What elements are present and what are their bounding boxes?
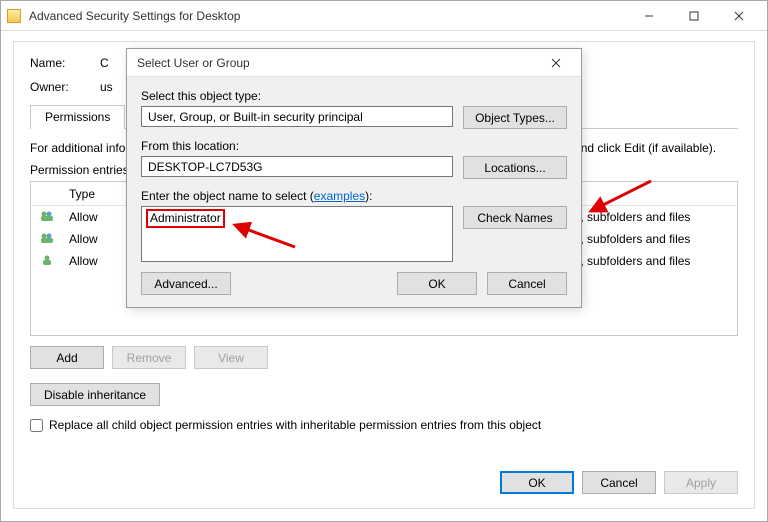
- name-label: Name:: [30, 56, 100, 70]
- ok-button[interactable]: OK: [500, 471, 574, 494]
- replace-checkbox[interactable]: [30, 419, 43, 432]
- owner-label: Owner:: [30, 80, 100, 94]
- dialog-title: Select User or Group: [137, 56, 541, 70]
- object-type-label: Select this object type:: [141, 89, 567, 103]
- window-titlebar: Advanced Security Settings for Desktop: [1, 1, 767, 31]
- view-button: View: [194, 346, 268, 369]
- disable-inheritance-button[interactable]: Disable inheritance: [30, 383, 160, 406]
- locations-button[interactable]: Locations...: [463, 156, 567, 179]
- object-types-button[interactable]: Object Types...: [463, 106, 567, 129]
- dialog-titlebar: Select User or Group: [127, 49, 581, 77]
- examples-link[interactable]: examples: [314, 189, 365, 203]
- enter-object-label: Enter the object name to select (example…: [141, 189, 567, 203]
- remove-button: Remove: [112, 346, 186, 369]
- dialog-cancel-button[interactable]: Cancel: [487, 272, 567, 295]
- object-name-highlight: Administrator: [146, 209, 225, 228]
- user-icon: [39, 254, 55, 266]
- folder-icon: [7, 9, 21, 23]
- advanced-button[interactable]: Advanced...: [141, 272, 231, 295]
- object-type-field: [141, 106, 453, 127]
- name-value: C: [100, 56, 109, 70]
- minimize-button[interactable]: [626, 2, 671, 30]
- add-button[interactable]: Add: [30, 346, 104, 369]
- object-name-input[interactable]: Administrator: [141, 206, 453, 262]
- users-icon: [39, 210, 55, 222]
- apply-button: Apply: [664, 471, 738, 494]
- close-button[interactable]: [716, 2, 761, 30]
- dialog-ok-button[interactable]: OK: [397, 272, 477, 295]
- tab-permissions[interactable]: Permissions: [30, 105, 125, 129]
- maximize-button[interactable]: [671, 2, 716, 30]
- dialog-close-button[interactable]: [541, 55, 571, 71]
- users-icon: [39, 232, 55, 244]
- location-field: [141, 156, 453, 177]
- check-names-button[interactable]: Check Names: [463, 206, 567, 229]
- owner-value: us: [100, 80, 113, 94]
- location-label: From this location:: [141, 139, 567, 153]
- window-title: Advanced Security Settings for Desktop: [29, 9, 626, 23]
- replace-label: Replace all child object permission entr…: [49, 418, 541, 432]
- col-type[interactable]: Type: [61, 187, 121, 201]
- cancel-button[interactable]: Cancel: [582, 471, 656, 494]
- select-user-dialog: Select User or Group Select this object …: [126, 48, 582, 308]
